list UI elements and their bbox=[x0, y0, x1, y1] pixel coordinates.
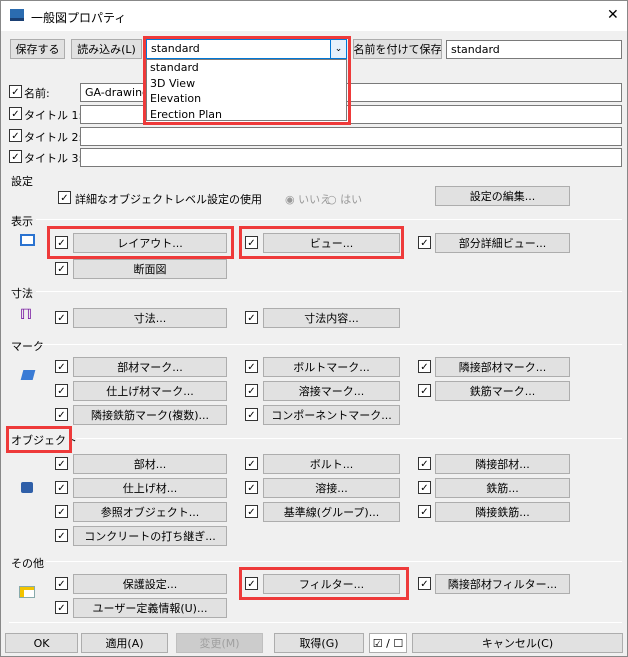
dimension-icon: ℿ bbox=[20, 307, 33, 323]
radio-yes-label: はい bbox=[340, 193, 363, 206]
title1-checkbox[interactable] bbox=[9, 107, 22, 120]
adjacent-filter-checkbox[interactable] bbox=[418, 577, 431, 590]
other-icon bbox=[19, 586, 35, 598]
weld-checkbox[interactable] bbox=[245, 481, 258, 494]
surface-checkbox[interactable] bbox=[55, 481, 68, 494]
title3-label: タイトル 3: bbox=[24, 152, 83, 165]
highlight-filter bbox=[239, 567, 409, 600]
detail-settings-label: 詳細なオブジェクトレベル設定の使用 bbox=[75, 193, 262, 206]
display-header: 表示 bbox=[11, 215, 33, 228]
component-mark-button[interactable]: コンポーネントマーク... bbox=[263, 405, 400, 425]
adjacent-part-checkbox[interactable] bbox=[418, 457, 431, 470]
bolt-mark-button[interactable]: ボルトマーク... bbox=[263, 357, 400, 377]
title3-checkbox[interactable] bbox=[9, 150, 22, 163]
section-button[interactable]: 断面図 bbox=[73, 259, 227, 279]
other-header: その他 bbox=[11, 557, 44, 570]
grid-checkbox[interactable] bbox=[245, 505, 258, 518]
surface-mark-button[interactable]: 仕上げ材マーク... bbox=[73, 381, 227, 401]
edit-settings-button[interactable]: 設定の編集... bbox=[435, 186, 570, 206]
adjacent-rebar-mark-checkbox[interactable] bbox=[55, 408, 68, 421]
part-button[interactable]: 部材... bbox=[73, 454, 227, 474]
load-button[interactable]: 読み込み(L) bbox=[71, 39, 142, 59]
highlight-dropdown bbox=[143, 36, 351, 125]
bolt-checkbox[interactable] bbox=[245, 457, 258, 470]
dimension-content-button[interactable]: 寸法内容... bbox=[263, 308, 400, 328]
weld-button[interactable]: 溶接... bbox=[263, 478, 400, 498]
dimension-button[interactable]: 寸法... bbox=[73, 308, 227, 328]
dimension-header: 寸法 bbox=[11, 287, 33, 300]
pour-break-button[interactable]: コンクリートの打ち継ぎ... bbox=[73, 526, 227, 546]
close-icon[interactable]: ✕ bbox=[607, 7, 619, 23]
adjacent-part-mark-button[interactable]: 隣接部材マーク... bbox=[435, 357, 570, 377]
component-mark-checkbox[interactable] bbox=[245, 408, 258, 421]
reference-object-button[interactable]: 参照オブジェクト... bbox=[73, 502, 227, 522]
save-as-button[interactable]: 名前を付けて保存 bbox=[353, 39, 442, 59]
protection-checkbox[interactable] bbox=[55, 577, 68, 590]
highlight-layout bbox=[47, 226, 234, 259]
adjacent-rebar-mark-button[interactable]: 隣接鉄筋マーク(複数)... bbox=[73, 405, 227, 425]
protection-button[interactable]: 保護設定... bbox=[73, 574, 227, 594]
adjacent-part-mark-checkbox[interactable] bbox=[418, 360, 431, 373]
title2-label: タイトル 2: bbox=[24, 131, 83, 144]
title-bar: 一般図プロパティ ✕ bbox=[1, 1, 627, 31]
dialog-window: 一般図プロパティ ✕ 保存する 読み込み(L) standard ⌄ 名前を付け… bbox=[0, 0, 628, 657]
radio-no[interactable]: ◉ いいえ bbox=[285, 191, 331, 207]
ok-button[interactable]: OK bbox=[5, 633, 78, 653]
rebar-button[interactable]: 鉄筋... bbox=[435, 478, 570, 498]
detail-view-button[interactable]: 部分詳細ビュー... bbox=[435, 233, 570, 253]
window-title: 一般図プロパティ bbox=[31, 11, 127, 25]
dimension-content-checkbox[interactable] bbox=[245, 311, 258, 324]
rebar-mark-button[interactable]: 鉄筋マーク... bbox=[435, 381, 570, 401]
settings-header: 設定 bbox=[11, 175, 33, 188]
highlight-view bbox=[239, 226, 404, 259]
section-checkbox[interactable] bbox=[55, 262, 68, 275]
toggle-all-button[interactable]: ☑ / ☐ bbox=[369, 633, 407, 653]
app-icon bbox=[10, 9, 24, 21]
mark-icon bbox=[20, 370, 36, 380]
title2-checkbox[interactable] bbox=[9, 129, 22, 142]
weld-mark-button[interactable]: 溶接マーク... bbox=[263, 381, 400, 401]
radio-yes[interactable]: ○ はい bbox=[327, 191, 362, 207]
adjacent-rebar-button[interactable]: 隣接鉄筋... bbox=[435, 502, 570, 522]
user-defined-checkbox[interactable] bbox=[55, 601, 68, 614]
bolt-button[interactable]: ボルト... bbox=[263, 454, 400, 474]
save-button[interactable]: 保存する bbox=[10, 39, 65, 59]
detail-view-checkbox[interactable] bbox=[418, 236, 431, 249]
reference-object-checkbox[interactable] bbox=[55, 505, 68, 518]
part-checkbox[interactable] bbox=[55, 457, 68, 470]
highlight-object-header bbox=[6, 426, 72, 453]
bolt-mark-checkbox[interactable] bbox=[245, 360, 258, 373]
pour-break-checkbox[interactable] bbox=[55, 529, 68, 542]
title3-input[interactable] bbox=[80, 148, 622, 167]
object-icon bbox=[21, 482, 33, 493]
title1-label: タイトル 1: bbox=[24, 109, 83, 122]
rebar-mark-checkbox[interactable] bbox=[418, 384, 431, 397]
grid-button[interactable]: 基準線(グループ)... bbox=[263, 502, 400, 522]
rebar-checkbox[interactable] bbox=[418, 481, 431, 494]
display-icon bbox=[20, 234, 35, 246]
dimension-checkbox[interactable] bbox=[55, 311, 68, 324]
title2-input[interactable] bbox=[80, 127, 622, 146]
weld-mark-checkbox[interactable] bbox=[245, 384, 258, 397]
adjacent-rebar-checkbox[interactable] bbox=[418, 505, 431, 518]
detail-settings-checkbox[interactable] bbox=[58, 191, 71, 204]
name-checkbox[interactable] bbox=[9, 85, 22, 98]
part-mark-button[interactable]: 部材マーク... bbox=[73, 357, 227, 377]
mark-header: マーク bbox=[11, 340, 44, 353]
save-as-name-input[interactable]: standard bbox=[446, 40, 622, 59]
cancel-button[interactable]: キャンセル(C) bbox=[412, 633, 623, 653]
surface-mark-checkbox[interactable] bbox=[55, 384, 68, 397]
apply-button[interactable]: 適用(A) bbox=[81, 633, 168, 653]
modify-button[interactable]: 変更(M) bbox=[176, 633, 263, 653]
part-mark-checkbox[interactable] bbox=[55, 360, 68, 373]
surface-button[interactable]: 仕上げ材... bbox=[73, 478, 227, 498]
name-label: 名前: bbox=[24, 87, 50, 100]
user-defined-button[interactable]: ユーザー定義情報(U)... bbox=[73, 598, 227, 618]
adjacent-filter-button[interactable]: 隣接部材フィルター... bbox=[435, 574, 570, 594]
adjacent-part-button[interactable]: 隣接部材... bbox=[435, 454, 570, 474]
get-button[interactable]: 取得(G) bbox=[274, 633, 364, 653]
